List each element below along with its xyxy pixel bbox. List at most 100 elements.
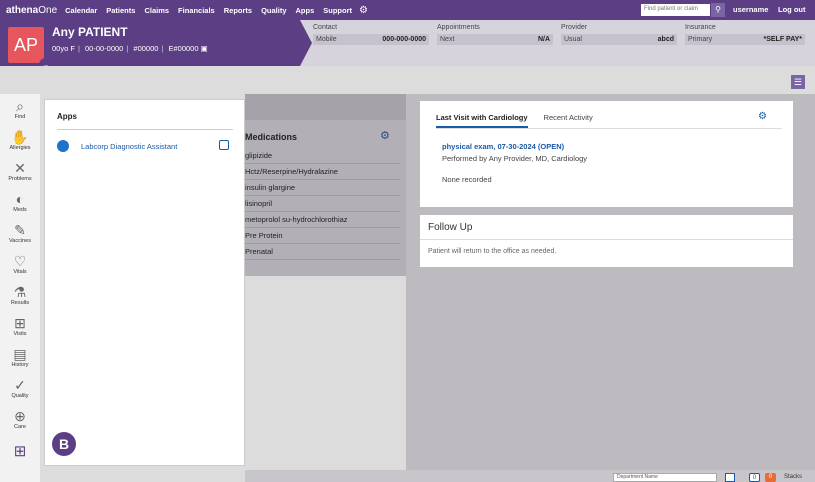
count-badge-orange[interactable]: 0 bbox=[765, 473, 776, 482]
nav-financials[interactable]: Financials bbox=[178, 6, 215, 15]
medications-card: Medications ⚙ glipizide Hctz/Reserpine/H… bbox=[245, 94, 406, 276]
dob: 00-00-0000 bbox=[84, 44, 124, 53]
insurance-label: Insurance bbox=[685, 24, 716, 31]
apps-grid-icon[interactable]: ⊞ bbox=[11, 443, 29, 461]
open-app-icon[interactable] bbox=[219, 140, 229, 150]
center-topbar bbox=[245, 94, 406, 120]
brand-logo[interactable]: athenaOne bbox=[0, 5, 57, 16]
list-item[interactable]: Pre Protein bbox=[245, 228, 400, 244]
allergies-icon: ✋ bbox=[11, 129, 29, 145]
results-icon: ⚗ bbox=[13, 284, 27, 300]
sidebar-item-history[interactable]: ▤ History bbox=[0, 346, 40, 368]
nav-support[interactable]: Support bbox=[323, 6, 352, 15]
sidebar-item-quality[interactable]: ✓ Quality bbox=[0, 377, 40, 399]
insurance-section: Insurance Primary *SELF PAY* bbox=[685, 24, 805, 45]
list-item[interactable]: glipizide bbox=[245, 148, 400, 164]
sidebar-item-problems[interactable]: ✕ Problems bbox=[0, 160, 40, 182]
sidebar-item-allergies[interactable]: ✋ Allergies bbox=[0, 129, 40, 151]
medications-gear-icon[interactable]: ⚙ bbox=[380, 129, 390, 142]
username-link[interactable]: username bbox=[733, 5, 768, 14]
app-item-label[interactable]: Labcorp Diagnostic Assistant bbox=[81, 142, 177, 151]
contact-row[interactable]: Mobile 000-000-0000 bbox=[313, 34, 429, 45]
nav-apps[interactable]: Apps bbox=[296, 6, 315, 15]
provider-label: Provider bbox=[561, 24, 588, 31]
contact-section: Contact Mobile 000-000-0000 bbox=[313, 24, 429, 45]
tab-last-visit[interactable]: Last Visit with Cardiology bbox=[436, 113, 528, 128]
provider-row[interactable]: Usual abcd bbox=[561, 34, 677, 45]
list-item[interactable]: insulin glargine bbox=[245, 180, 400, 196]
visit-none-recorded: None recorded bbox=[442, 175, 492, 184]
logout-link[interactable]: Log out bbox=[778, 5, 806, 14]
history-icon: ▤ bbox=[13, 346, 27, 362]
tab-recent-activity[interactable]: Recent Activity bbox=[544, 113, 593, 128]
apps-panel: Apps Labcorp Diagnostic Assistant bbox=[44, 99, 245, 466]
appointments-label: Appointments bbox=[437, 24, 480, 31]
patient-id: #00000 bbox=[133, 44, 159, 53]
document-icon[interactable] bbox=[725, 473, 735, 482]
follow-up-title: Follow Up bbox=[428, 222, 473, 233]
list-item[interactable]: Hctz/Reserpine/Hydralazine bbox=[245, 164, 400, 180]
visit-gear-icon[interactable]: ⚙ bbox=[758, 111, 767, 122]
visit-tabs: Last Visit with Cardiology Recent Activi… bbox=[436, 113, 609, 128]
search-icon[interactable]: ⚲ bbox=[711, 3, 725, 17]
tab-divider bbox=[436, 128, 782, 129]
vaccines-icon: ✎ bbox=[14, 222, 26, 238]
apps-title: Apps bbox=[57, 112, 77, 121]
find-icon: ⌕ bbox=[16, 98, 24, 114]
sidebar-item-vitals[interactable]: ♡ Vitals bbox=[0, 253, 40, 275]
vitals-icon: ♡ bbox=[13, 253, 27, 269]
visit-link[interactable]: physical exam, 07-30-2024 (OPEN) bbox=[442, 142, 564, 151]
sidebar-item-visits[interactable]: ⊞ Visits bbox=[0, 315, 40, 337]
list-item[interactable]: lisinopril bbox=[245, 196, 400, 212]
sidebar-item-meds[interactable]: ◐ Meds bbox=[0, 191, 40, 213]
settings-gear-icon[interactable]: ⚙ bbox=[359, 5, 368, 16]
care-icon: ⊕ bbox=[14, 408, 26, 424]
problems-icon: ✕ bbox=[14, 160, 26, 176]
follow-up-text: Patient will return to the office as nee… bbox=[428, 248, 557, 255]
follow-up-card: Follow Up Patient will return to the off… bbox=[420, 215, 793, 267]
callout-badge: B bbox=[52, 432, 76, 456]
nav-calendar[interactable]: Calendar bbox=[65, 6, 97, 15]
count-badge-blue[interactable]: 0 bbox=[749, 473, 760, 482]
sidebar-item-care[interactable]: ⊕ Care bbox=[0, 408, 40, 430]
list-item[interactable]: metoprolol su-hydrochlorothiaz bbox=[245, 212, 400, 228]
top-nav: athenaOne Calendar Patients Claims Finan… bbox=[0, 0, 815, 20]
patient-search-input[interactable]: Find patient or claim bbox=[641, 4, 710, 16]
apps-divider bbox=[57, 129, 233, 130]
appointments-section: Appointments Next N/A bbox=[437, 24, 553, 45]
medications-list: glipizide Hctz/Reserpine/Hydralazine ins… bbox=[245, 148, 400, 260]
sub-bar bbox=[0, 66, 815, 94]
patient-demographics: 00yo F | 00-00-0000 | #00000 | E#00000 ▣ bbox=[52, 44, 208, 53]
sidebar-item-vaccines[interactable]: ✎ Vaccines bbox=[0, 222, 40, 244]
meds-icon: ◐ bbox=[15, 191, 25, 207]
banner-arrow bbox=[300, 20, 312, 66]
appointments-row[interactable]: Next N/A bbox=[437, 34, 553, 45]
stacks-link[interactable]: Stacks bbox=[784, 474, 802, 480]
patient-banner: AP Any PATIENT 00yo F | 00-00-0000 | #0000… bbox=[0, 20, 815, 66]
labcorp-logo-icon bbox=[57, 140, 69, 152]
contact-label: Contact bbox=[313, 24, 338, 31]
insurance-row[interactable]: Primary *SELF PAY* bbox=[685, 34, 805, 45]
department-select[interactable]: Department Name bbox=[613, 473, 717, 482]
provider-section: Provider Usual abcd bbox=[561, 24, 677, 45]
enterprise-id: E#00000 bbox=[168, 44, 199, 53]
medications-title: Medications bbox=[245, 132, 298, 142]
patient-avatar[interactable]: AP bbox=[8, 27, 44, 63]
visit-provider: Performed by Any Provider, MD, Cardiolog… bbox=[442, 154, 588, 163]
sidebar-item-find[interactable]: ⌕ Find bbox=[0, 98, 40, 120]
menu-icon[interactable]: ☰ bbox=[791, 75, 805, 89]
last-visit-card: Last Visit with Cardiology Recent Activi… bbox=[420, 101, 793, 207]
quality-icon: ✓ bbox=[14, 377, 26, 393]
nav-reports[interactable]: Reports bbox=[224, 6, 252, 15]
age-sex: 00yo F bbox=[52, 44, 75, 53]
nav-patients[interactable]: Patients bbox=[106, 6, 135, 15]
notes-icon[interactable]: ▣ bbox=[201, 44, 208, 53]
app-item-labcorp[interactable]: Labcorp Diagnostic Assistant bbox=[57, 140, 233, 152]
patient-name: Any PATIENT bbox=[52, 25, 128, 39]
follow-up-divider bbox=[420, 239, 793, 240]
list-item[interactable]: Prenatal bbox=[245, 244, 400, 260]
nav-quality[interactable]: Quality bbox=[261, 6, 286, 15]
nav-claims[interactable]: Claims bbox=[144, 6, 169, 15]
sidebar-item-results[interactable]: ⚗ Results bbox=[0, 284, 40, 306]
visits-icon: ⊞ bbox=[14, 315, 26, 331]
